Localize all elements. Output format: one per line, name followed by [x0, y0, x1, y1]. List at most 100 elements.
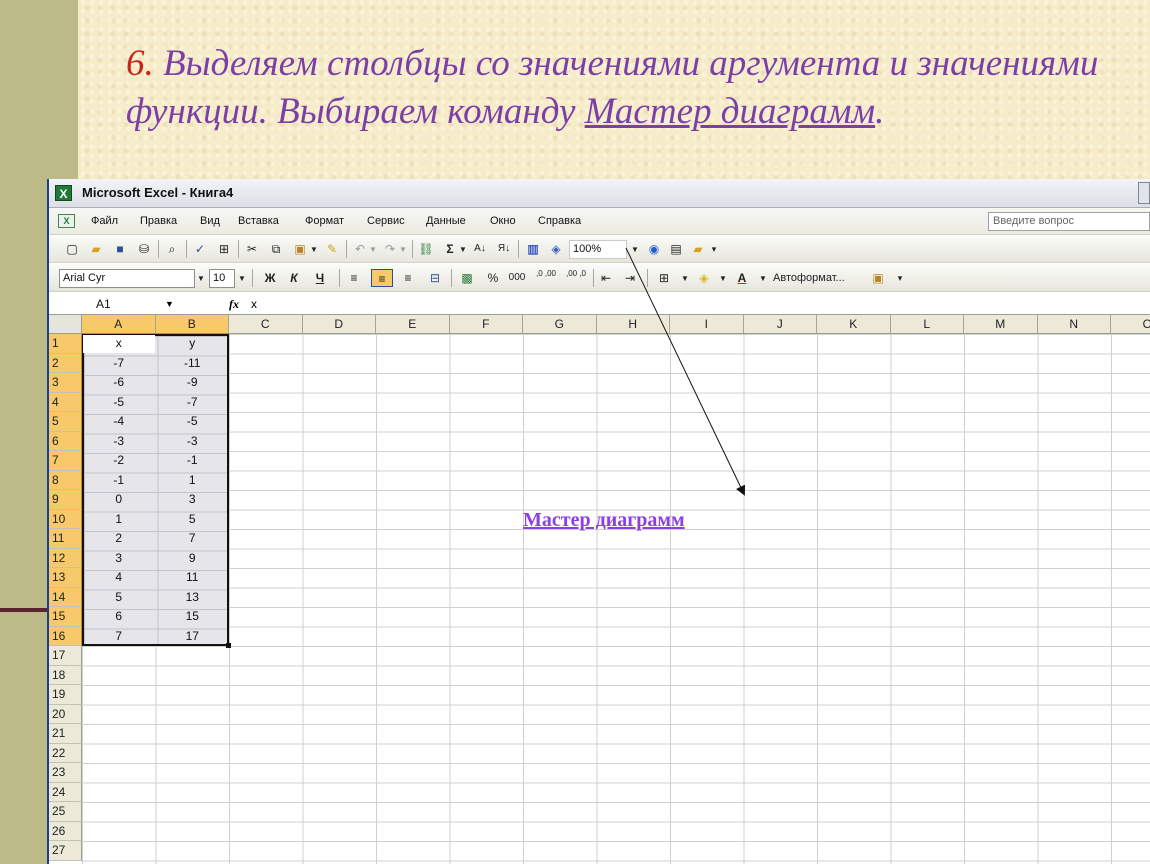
row-header-8[interactable]: 8 — [49, 470, 82, 490]
bold-button[interactable]: Ж — [261, 269, 279, 287]
font-name-box[interactable]: Arial Cyr — [59, 269, 195, 288]
new-icon[interactable]: ▢ — [63, 240, 81, 258]
row-header-14[interactable]: 14 — [49, 587, 82, 607]
cell-B13[interactable]: 11 — [156, 568, 230, 588]
column-header-J[interactable]: J — [743, 315, 817, 334]
column-header-C[interactable]: C — [229, 315, 303, 334]
column-header-F[interactable]: F — [449, 315, 523, 334]
minimize-button[interactable] — [1138, 182, 1150, 204]
row-header-17[interactable]: 17 — [49, 646, 82, 666]
underline-button[interactable]: Ч — [311, 269, 329, 287]
font-name-dropdown-icon[interactable]: ▼ — [195, 269, 207, 288]
folder-icon[interactable]: ▰ — [689, 240, 707, 258]
row-header-9[interactable]: 9 — [49, 490, 82, 510]
cell-B2[interactable]: -11 — [156, 354, 230, 374]
row-header-23[interactable]: 23 — [49, 763, 82, 783]
chart-wizard-caption[interactable]: Мастер диаграмм — [523, 509, 685, 532]
cell-B15[interactable]: 15 — [156, 607, 230, 627]
align-center-icon[interactable]: ≡ — [371, 269, 393, 287]
row-header-10[interactable]: 10 — [49, 509, 82, 529]
font-color-icon[interactable]: A — [733, 269, 751, 287]
menu-file[interactable]: Файл — [91, 215, 118, 227]
forms-icon[interactable]: ▤ — [667, 240, 685, 258]
name-box-dropdown-icon[interactable]: ▼ — [165, 295, 174, 313]
menu-data[interactable]: Данные — [426, 215, 466, 227]
cell-B12[interactable]: 9 — [156, 549, 230, 569]
copy-icon[interactable]: ⧉ — [267, 240, 285, 258]
align-right-icon[interactable]: ≡ — [399, 269, 417, 287]
cell-A13[interactable]: 4 — [82, 568, 156, 588]
menu-format[interactable]: Формат — [305, 215, 344, 227]
row-header-3[interactable]: 3 — [49, 373, 82, 393]
row-header-1[interactable]: 1 — [49, 334, 82, 354]
drawing-icon[interactable]: ◈ — [547, 240, 565, 258]
row-header-7[interactable]: 7 — [49, 451, 82, 471]
workbook-icon[interactable]: X — [58, 214, 75, 228]
column-header-A[interactable]: A — [82, 315, 156, 334]
cut-icon[interactable]: ✂ — [243, 240, 261, 258]
row-header-24[interactable]: 24 — [49, 782, 82, 802]
column-header-N[interactable]: N — [1037, 315, 1111, 334]
font-size-box[interactable]: 10 — [209, 269, 235, 288]
cell-B7[interactable]: -1 — [156, 451, 230, 471]
ask-question-input[interactable]: Введите вопрос — [988, 212, 1150, 231]
cell-A4[interactable]: -5 — [82, 393, 156, 413]
cell-B5[interactable]: -5 — [156, 412, 230, 432]
cell-B4[interactable]: -7 — [156, 393, 230, 413]
formula-input[interactable]: x — [251, 295, 257, 313]
row-header-21[interactable]: 21 — [49, 724, 82, 744]
cell-A7[interactable]: -2 — [82, 451, 156, 471]
insert-function-icon[interactable]: fx — [229, 295, 239, 313]
column-header-E[interactable]: E — [376, 315, 450, 334]
cell-A14[interactable]: 5 — [82, 588, 156, 608]
menu-help[interactable]: Справка — [538, 215, 581, 227]
cell-A2[interactable]: -7 — [82, 354, 156, 374]
row-header-12[interactable]: 12 — [49, 548, 82, 568]
sort-ascending-icon[interactable]: A↓ — [471, 240, 489, 258]
cell-B8[interactable]: 1 — [156, 471, 230, 491]
borders-dropdown-icon[interactable]: ▼ — [679, 269, 691, 288]
cell-A11[interactable]: 2 — [82, 529, 156, 549]
fill-color-icon[interactable]: ◈ — [695, 269, 713, 287]
row-header-25[interactable]: 25 — [49, 802, 82, 822]
column-header-I[interactable]: I — [670, 315, 744, 334]
column-header-O[interactable]: O — [1111, 315, 1150, 334]
menu-edit[interactable]: Правка — [140, 215, 177, 227]
row-header-22[interactable]: 22 — [49, 743, 82, 763]
cell-area[interactable] — [82, 334, 1150, 864]
row-header-18[interactable]: 18 — [49, 665, 82, 685]
name-box[interactable]: A1 — [52, 295, 182, 313]
row-header-11[interactable]: 11 — [49, 529, 82, 549]
cell-A9[interactable]: 0 — [82, 490, 156, 510]
row-header-5[interactable]: 5 — [49, 412, 82, 432]
column-header-H[interactable]: H — [596, 315, 670, 334]
row-header-20[interactable]: 20 — [49, 704, 82, 724]
autoformat-button[interactable]: Автоформат... — [773, 269, 865, 287]
cell-B14[interactable]: 13 — [156, 588, 230, 608]
undo-dropdown-icon[interactable]: ▼ — [367, 240, 379, 259]
autosum-dropdown-icon[interactable]: ▼ — [457, 240, 469, 259]
paste-dropdown-icon[interactable]: ▼ — [308, 240, 320, 259]
zoom-dropdown-icon[interactable]: ▼ — [629, 240, 641, 259]
row-header-2[interactable]: 2 — [49, 353, 82, 373]
sort-descending-icon[interactable]: Я↓ — [495, 240, 513, 258]
select-all-corner[interactable] — [49, 315, 82, 334]
decrease-indent-icon[interactable]: ⇤ — [597, 269, 615, 287]
hyperlink-icon[interactable]: ⛓ — [417, 240, 435, 258]
decrease-decimal-button[interactable]: ,00 ,0 — [563, 269, 589, 287]
fill-color-dropdown-icon[interactable]: ▼ — [717, 269, 729, 288]
cell-B11[interactable]: 7 — [156, 529, 230, 549]
percent-button[interactable]: % — [485, 269, 501, 287]
thousands-button[interactable]: 000 — [505, 269, 529, 287]
cell-A5[interactable]: -4 — [82, 412, 156, 432]
align-left-icon[interactable]: ≡ — [345, 269, 363, 287]
cell-B3[interactable]: -9 — [156, 373, 230, 393]
row-header-4[interactable]: 4 — [49, 392, 82, 412]
increase-indent-icon[interactable]: ⇥ — [621, 269, 639, 287]
print-preview-icon[interactable]: ⌕ — [163, 240, 181, 258]
currency-icon[interactable]: ▩ — [457, 269, 477, 287]
cell-A6[interactable]: -3 — [82, 432, 156, 452]
row-header-6[interactable]: 6 — [49, 431, 82, 451]
cell-A12[interactable]: 3 — [82, 549, 156, 569]
cell-A10[interactable]: 1 — [82, 510, 156, 530]
